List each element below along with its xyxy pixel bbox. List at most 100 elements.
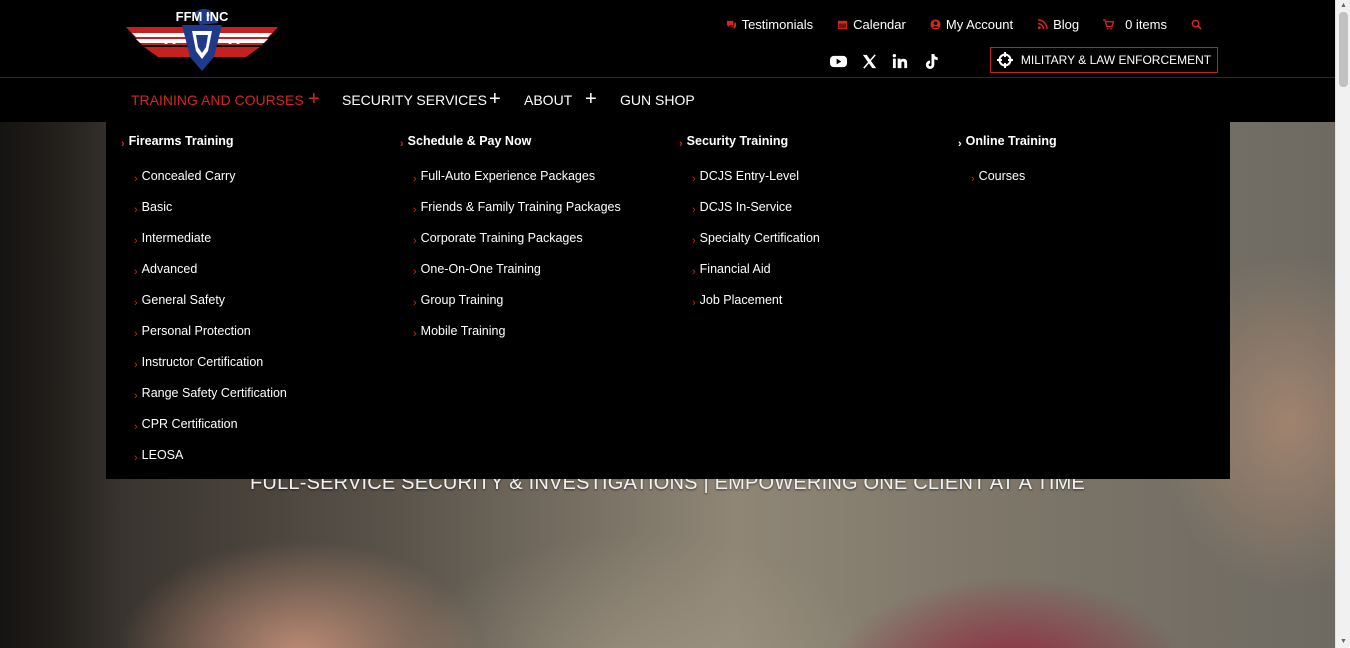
site-logo[interactable]: FFM INC	[122, 5, 282, 73]
menu-item-label: Range Safety Certification	[141, 386, 287, 400]
expand-plus-icon[interactable]: +	[585, 89, 597, 109]
search-icon	[1191, 19, 1202, 30]
expand-plus-icon[interactable]: +	[308, 89, 320, 109]
chevron-right-icon: ›	[413, 266, 417, 278]
expand-plus-icon[interactable]: +	[489, 89, 501, 109]
menu-item-label: Basic	[141, 200, 173, 214]
menu-item-label: Corporate Training Packages	[420, 231, 583, 245]
menu-item-label: LEOSA	[141, 448, 184, 462]
chevron-right-icon: ›	[413, 328, 417, 340]
blog-link[interactable]: Blog	[1037, 17, 1079, 32]
search-button[interactable]	[1191, 19, 1202, 30]
chevron-right-icon: ›	[400, 138, 404, 150]
scroll-thumb[interactable]	[1339, 12, 1348, 87]
menu-heading[interactable]: › Security Training	[679, 134, 789, 150]
menu-item[interactable]: › DCJS Entry-Level	[692, 169, 800, 185]
menu-item[interactable]: › Friends & Family Training Packages	[413, 200, 621, 216]
menu-item[interactable]: › DCJS In-Service	[692, 200, 792, 216]
vertical-scrollbar[interactable]: ▲ ▼	[1335, 0, 1350, 648]
military-button-label: MILITARY & LAW ENFORCEMENT	[1020, 53, 1212, 67]
menu-item[interactable]: › Range Safety Certification	[134, 386, 287, 402]
nav-gun-shop[interactable]: GUN SHOP	[620, 92, 695, 108]
menu-item[interactable]: › Basic	[134, 200, 173, 216]
menu-item[interactable]: › Job Placement	[692, 293, 783, 309]
chevron-right-icon: ›	[679, 138, 683, 150]
menu-heading-label: Security Training	[686, 134, 789, 148]
military-law-enforcement-button[interactable]: MILITARY & LAW ENFORCEMENT	[990, 47, 1218, 73]
menu-item[interactable]: › Intermediate	[134, 231, 212, 247]
menu-heading[interactable]: › Firearms Training	[121, 134, 234, 150]
menu-item[interactable]: › One-On-One Training	[413, 262, 541, 278]
hero-shade	[0, 122, 120, 648]
menu-heading-label: Firearms Training	[128, 134, 234, 148]
menu-item-label: General Safety	[141, 293, 226, 307]
chevron-right-icon: ›	[134, 173, 138, 185]
user-icon	[930, 19, 941, 30]
cart-icon	[1103, 19, 1115, 30]
menu-item[interactable]: › Full-Auto Experience Packages	[413, 169, 596, 185]
menu-item-label: Specialty Certification	[699, 231, 820, 245]
menu-item[interactable]: › Group Training	[413, 293, 503, 309]
menu-item-label: Job Placement	[699, 293, 783, 307]
chevron-right-icon: ›	[134, 235, 138, 247]
chevron-right-icon: ›	[134, 359, 138, 371]
chevron-right-icon: ›	[413, 173, 417, 185]
chevron-right-icon: ›	[413, 235, 417, 247]
testimonials-link[interactable]: Testimonials	[726, 17, 813, 32]
my-account-link[interactable]: My Account	[930, 17, 1013, 32]
page: FULL-SERVICE SECURITY & INVESTIGATIONS |…	[0, 0, 1335, 648]
menu-item-label: Courses	[978, 169, 1026, 183]
menu-item[interactable]: › Instructor Certification	[134, 355, 263, 371]
menu-item-label: Full-Auto Experience Packages	[420, 169, 596, 183]
menu-item[interactable]: › Courses	[971, 169, 1026, 185]
menu-item[interactable]: › CPR Certification	[134, 417, 238, 433]
chevron-right-icon: ›	[121, 138, 125, 150]
menu-item-label: Advanced	[141, 262, 198, 276]
util-link-label: My Account	[945, 17, 1014, 32]
nav-security-services[interactable]: SECURITY SERVICES	[342, 92, 487, 108]
nav-about[interactable]: ABOUT	[524, 92, 572, 108]
linkedin-icon[interactable]	[892, 53, 909, 70]
menu-item-label: DCJS Entry-Level	[699, 169, 800, 183]
mega-menu: › Firearms Training › Concealed Carry › Bas…	[106, 122, 1230, 479]
util-link-label: Calendar	[853, 17, 906, 32]
social-links	[830, 53, 940, 70]
chevron-right-icon: ›	[134, 204, 138, 216]
calendar-icon	[838, 20, 848, 30]
menu-item[interactable]: › Specialty Certification	[692, 231, 820, 247]
menu-item[interactable]: › Personal Protection	[134, 324, 251, 340]
utility-links: Testimonials Calendar My Account Blog 0 …	[726, 17, 1202, 32]
youtube-icon[interactable]	[830, 53, 847, 70]
menu-item[interactable]: › Financial Aid	[692, 262, 771, 278]
tiktok-icon[interactable]	[923, 53, 940, 70]
menu-heading[interactable]: › Schedule & Pay Now	[400, 134, 532, 150]
chevron-right-icon: ›	[692, 173, 696, 185]
top-header: FFM INC Testimonials Calendar My Account…	[0, 0, 1335, 78]
scroll-down-arrow-icon[interactable]: ▼	[1336, 636, 1350, 648]
menu-item[interactable]: › General Safety	[134, 293, 226, 309]
menu-heading[interactable]: › Online Training	[958, 134, 1057, 150]
scroll-up-arrow-icon[interactable]: ▲	[1336, 0, 1350, 12]
chevron-right-icon: ›	[692, 235, 696, 247]
menu-heading-label: Schedule & Pay Now	[407, 134, 532, 148]
calendar-link[interactable]: Calendar	[837, 17, 906, 32]
chat-icon	[726, 20, 736, 30]
cart-link[interactable]: 0 items	[1103, 17, 1167, 32]
menu-item[interactable]: › Corporate Training Packages	[413, 231, 583, 247]
x-icon[interactable]	[861, 53, 878, 70]
menu-item[interactable]: › Advanced	[134, 262, 198, 278]
chevron-right-icon: ›	[692, 204, 696, 216]
chevron-right-icon: ›	[692, 297, 696, 309]
menu-item[interactable]: › Concealed Carry	[134, 169, 236, 185]
menu-item[interactable]: › Mobile Training	[413, 324, 505, 340]
nav-training-and-courses[interactable]: TRAINING AND COURSES	[131, 92, 304, 108]
util-link-label: Blog	[1053, 17, 1080, 32]
menu-item-label: Financial Aid	[699, 262, 771, 276]
chevron-right-icon: ›	[134, 297, 138, 309]
menu-item-label: Friends & Family Training Packages	[420, 200, 621, 214]
menu-item-label: Concealed Carry	[141, 169, 236, 183]
logo-text: FFM INC	[176, 9, 229, 24]
menu-item[interactable]: › LEOSA	[134, 448, 184, 464]
menu-item-label: Intermediate	[141, 231, 212, 245]
chevron-right-icon: ›	[134, 328, 138, 340]
